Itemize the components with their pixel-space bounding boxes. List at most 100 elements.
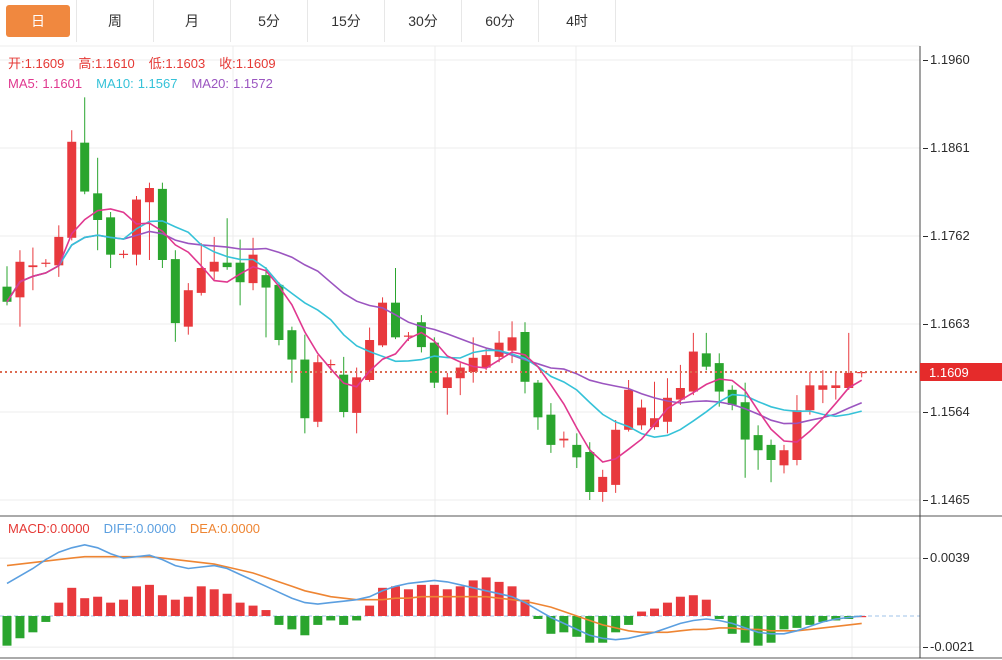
macd-bar	[417, 585, 426, 616]
ma-value: 1.1572	[233, 76, 273, 91]
candle-body	[715, 363, 724, 391]
macd-bar	[236, 603, 245, 616]
candle-body	[158, 189, 167, 260]
macd-bar	[80, 598, 89, 616]
macd-bar	[249, 606, 258, 616]
macd-bar	[15, 616, 24, 638]
candle-body	[780, 450, 789, 465]
macd-bar	[430, 585, 439, 616]
ma-item: MA10:1.1567	[96, 76, 177, 91]
macd-legend-label: DIFF:	[104, 521, 137, 536]
candle-body	[171, 259, 180, 323]
macd-bar	[223, 594, 232, 616]
candle-body	[637, 408, 646, 426]
macd-bar	[132, 586, 141, 616]
macd-bar	[365, 606, 374, 616]
macd-bar	[158, 595, 167, 616]
ma-label: MA5:	[8, 76, 38, 91]
macd-bar	[533, 616, 542, 619]
candle-body	[274, 285, 283, 340]
macd-bar	[119, 600, 128, 616]
price-axis-tick: 1.1762	[923, 228, 970, 243]
tick-value: 1.1663	[930, 316, 970, 331]
candle-body	[3, 287, 12, 302]
candle-body	[287, 330, 296, 359]
candle-body	[210, 262, 219, 272]
tick-mark	[923, 412, 928, 413]
candle-body	[728, 390, 737, 405]
candle-body	[391, 303, 400, 338]
macd-bar	[300, 616, 309, 635]
tab-label: 周	[108, 11, 122, 31]
candle-body	[598, 477, 607, 492]
macd-legend: MACD:0.0000DIFF:0.0000DEA:0.0000	[8, 521, 274, 536]
ohlc-value: 1.1609	[236, 56, 276, 71]
candle-body	[300, 360, 309, 419]
macd-bar	[145, 585, 154, 616]
macd-bar	[197, 586, 206, 616]
macd-bar	[41, 616, 50, 622]
chart-canvas	[0, 0, 1002, 660]
candle-body	[197, 268, 206, 293]
macd-axis-tick: -0.0021	[923, 639, 974, 654]
macd-legend-item: DIFF:0.0000	[104, 521, 176, 536]
macd-legend-label: MACD:	[8, 521, 50, 536]
kline-chart-app: 日周月5分15分30分60分4时 开:1.1609高:1.1610低:1.160…	[0, 0, 1002, 660]
candle-body	[184, 290, 193, 326]
candle-body	[702, 353, 711, 366]
macd-bar	[715, 616, 724, 619]
tab-label: 日	[31, 11, 45, 31]
macd-bar	[210, 589, 219, 616]
macd-bar	[689, 595, 698, 616]
macd-bar	[508, 586, 517, 616]
macd-bar	[262, 610, 271, 616]
candle-body	[223, 263, 232, 267]
candle-body	[80, 143, 89, 192]
candle-body	[430, 343, 439, 383]
macd-bar	[456, 586, 465, 616]
candle-body	[559, 439, 568, 441]
macd-legend-item: DEA:0.0000	[190, 521, 260, 536]
macd-bar	[391, 586, 400, 616]
ohlc-item: 开:1.1609	[8, 56, 64, 71]
candle-body	[28, 265, 37, 267]
ma-legend: MA5:1.1601MA10:1.1567MA20:1.1572	[8, 76, 287, 91]
macd-axis-tick: 0.0039	[923, 550, 970, 565]
tick-value: 1.1465	[930, 492, 970, 507]
tick-mark	[923, 236, 928, 237]
macd-bar	[274, 616, 283, 625]
macd-legend-item: MACD:0.0000	[8, 521, 90, 536]
macd-bar	[792, 616, 801, 628]
tab-label: 60分	[485, 11, 515, 31]
price-axis-tick: 1.1663	[923, 316, 970, 331]
ohlc-item: 收:1.1609	[219, 56, 275, 71]
ma-label: MA20:	[191, 76, 229, 91]
ohlc-legend: 开:1.1609高:1.1610低:1.1603收:1.1609	[8, 53, 290, 72]
macd-bar	[287, 616, 296, 629]
price-axis-tick: 1.1465	[923, 492, 970, 507]
candle-body	[572, 445, 581, 457]
macd-bar	[352, 616, 361, 620]
macd-bar	[572, 616, 581, 637]
candle-body	[15, 262, 24, 298]
tick-value: 1.1762	[930, 228, 970, 243]
tick-value: 1.1861	[930, 140, 970, 155]
tab-label: 15分	[331, 11, 361, 31]
tab-label: 月	[185, 11, 199, 31]
macd-bar	[184, 597, 193, 616]
tab-label: 4时	[566, 11, 588, 31]
candle-body	[805, 385, 814, 410]
macd-bar	[469, 580, 478, 616]
ohlc-item: 低:1.1603	[149, 56, 205, 71]
candle-body	[93, 193, 102, 220]
price-axis-tick: 1.1861	[923, 140, 970, 155]
ohlc-value: 1.1609	[25, 56, 65, 71]
candle-body	[262, 275, 271, 287]
macd-legend-value: 0.0000	[50, 521, 90, 536]
macd-bar	[3, 616, 12, 646]
ma-item: MA20: 1.1572	[191, 76, 272, 91]
candle-body	[443, 377, 452, 388]
macd-bar	[637, 612, 646, 616]
candle-body	[508, 337, 517, 350]
macd-bar	[611, 616, 620, 632]
